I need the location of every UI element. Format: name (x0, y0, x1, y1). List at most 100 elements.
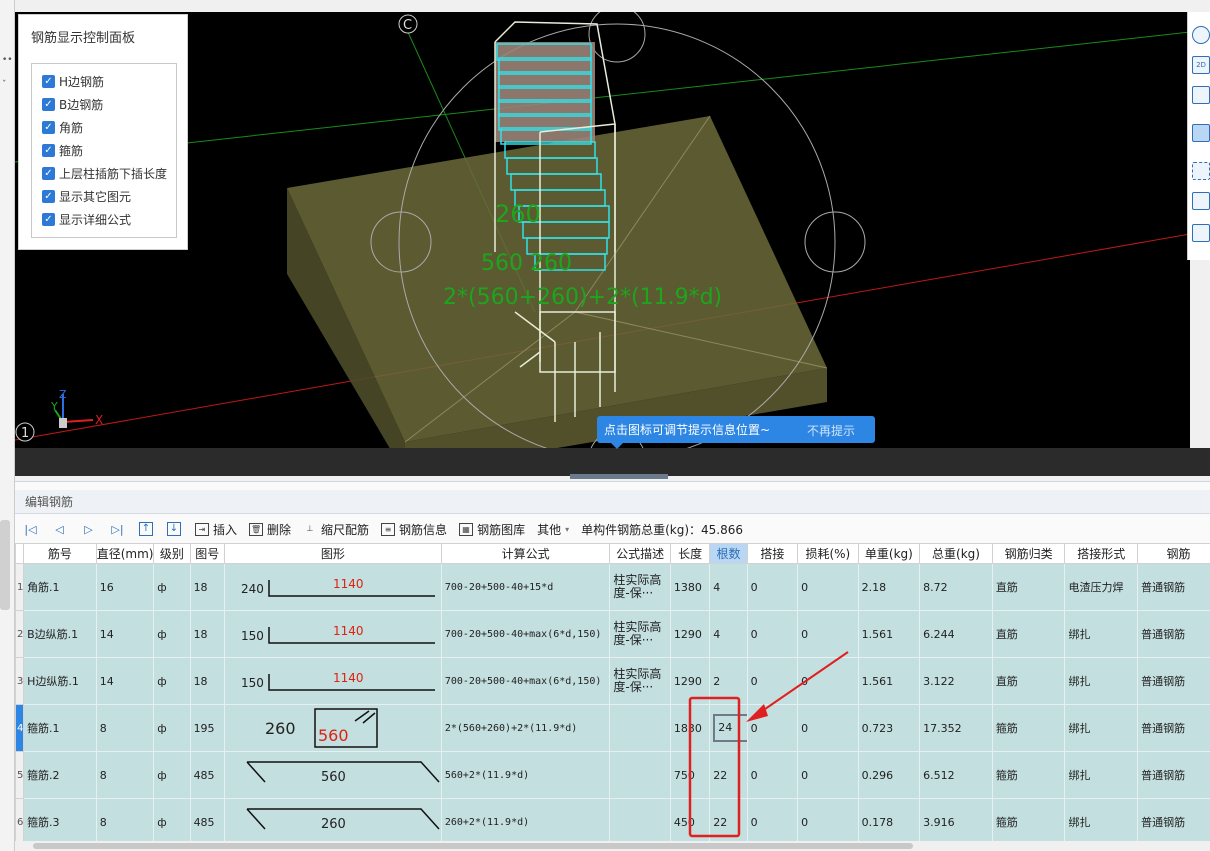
column-header[interactable]: 钢筋归类 (991, 543, 1066, 564)
column-header[interactable]: 公式描述 (609, 543, 671, 564)
cell-bar-name[interactable]: B边纵筋.1 (23, 610, 97, 658)
2d-view-icon[interactable]: 2D (1192, 56, 1210, 74)
cell-grade[interactable]: ф (153, 657, 191, 705)
column-header[interactable]: 损耗(%) (797, 543, 859, 564)
cell-lap[interactable]: 0 (746, 704, 799, 752)
cell-count-editing[interactable]: 24 (709, 704, 748, 752)
cell-loss[interactable]: 0 (797, 751, 859, 799)
cell-category[interactable]: 直筋 (991, 610, 1066, 658)
cell-total-weight[interactable]: 3.916 (919, 798, 993, 843)
column-header[interactable]: 单重(kg) (857, 543, 921, 564)
cell-loss[interactable]: 0 (797, 657, 859, 705)
cell-unit-weight[interactable]: 1.561 (857, 610, 921, 658)
cell-shape[interactable]: 560 (223, 751, 442, 799)
cell-total-weight[interactable]: 8.72 (919, 563, 993, 611)
cube-display-icon[interactable] (1192, 192, 1210, 210)
first-record-icon[interactable]: |◁ (23, 522, 38, 537)
cell-bar-kind[interactable]: 普通钢筋 (1137, 657, 1210, 705)
row-number[interactable]: 1 (15, 563, 25, 611)
checkbox-checked-icon[interactable]: ✓ (42, 212, 55, 226)
cell-category[interactable]: 直筋 (991, 657, 1066, 705)
column-header[interactable]: 钢筋 (1137, 543, 1210, 564)
table-row[interactable]: 5 箍筋.2 8 ф 485 560 560+2*(11.9*d) 750 22… (15, 751, 1210, 799)
cell-bar-kind[interactable]: 普通钢筋 (1137, 798, 1210, 843)
cell-formula[interactable]: 700-20+500-40+max(6*d,150) (440, 610, 611, 658)
cell-loss[interactable]: 0 (797, 704, 859, 752)
cell-formula[interactable]: 560+2*(11.9*d) (440, 751, 611, 799)
cell-lap-type[interactable]: 绑扎 (1064, 704, 1139, 752)
column-header-active[interactable]: 根数 (709, 543, 748, 564)
option-show-detailed-formula[interactable]: ✓ 显示详细公式 (42, 210, 131, 228)
table-row[interactable]: 6 箍筋.3 8 ф 485 260 260+2*(11.9*d) 450 22… (15, 798, 1210, 843)
rotation-handle-top[interactable] (588, 12, 646, 63)
other-menu-button[interactable]: 其他 ▾ (537, 521, 569, 538)
cell-bar-name[interactable]: 箍筋.1 (23, 704, 97, 752)
cell-lap[interactable]: 0 (746, 798, 799, 843)
3d-box-view-icon[interactable] (1192, 86, 1210, 104)
cell-total-weight[interactable]: 3.122 (919, 657, 993, 705)
cell-lap-type[interactable]: 绑扎 (1064, 751, 1139, 799)
scrollbar-thumb[interactable] (33, 843, 913, 849)
vertical-scrollbar[interactable] (0, 520, 10, 610)
cell-bar-name[interactable]: 角筋.1 (23, 563, 97, 611)
cell-diameter[interactable]: 8 (95, 704, 155, 752)
cell-category[interactable]: 直筋 (991, 563, 1066, 611)
cell-unit-weight[interactable]: 1.561 (857, 657, 921, 705)
option-h-side-rebar[interactable]: ✓ H边钢筋 (42, 72, 104, 90)
cell-grade[interactable]: ф (153, 563, 191, 611)
row-number[interactable]: 5 (15, 751, 25, 799)
column-header[interactable]: 筋号 (23, 543, 97, 564)
checkbox-checked-icon[interactable]: ✓ (42, 120, 55, 134)
column-header[interactable]: 图号 (189, 543, 225, 564)
cell-formula-desc[interactable] (609, 751, 671, 799)
option-corner-rebar[interactable]: ✓ 角筋 (42, 118, 83, 136)
option-show-other-elements[interactable]: ✓ 显示其它图元 (42, 187, 131, 205)
cell-unit-weight[interactable]: 0.723 (857, 704, 921, 752)
table-row[interactable]: 1 角筋.1 16 ф 18 240 1140 700-20+500-40+15… (15, 563, 1210, 611)
cell-grade[interactable]: ф (153, 751, 191, 799)
cell-diameter[interactable]: 16 (95, 563, 155, 611)
column-header[interactable]: 长度 (669, 543, 711, 564)
cell-count[interactable]: 4 (709, 610, 748, 658)
cell-figure-no[interactable]: 485 (189, 751, 225, 799)
cell-formula-desc[interactable]: 柱实际高度-保··· (609, 657, 671, 705)
cell-lap[interactable]: 0 (746, 657, 799, 705)
column-header[interactable]: 级别 (153, 543, 191, 564)
cell-total-weight[interactable]: 6.244 (919, 610, 993, 658)
move-up-icon[interactable]: ↑ (139, 522, 153, 536)
cell-lap[interactable]: 0 (746, 610, 799, 658)
cell-grade[interactable]: ф (153, 610, 191, 658)
cell-bar-kind[interactable]: 普通钢筋 (1137, 563, 1210, 611)
cell-shape[interactable]: 260 560 (223, 704, 442, 752)
cell-unit-weight[interactable]: 2.18 (857, 563, 921, 611)
column-header[interactable]: 图形 (223, 543, 442, 564)
column-header[interactable]: 总重(kg) (919, 543, 993, 564)
cell-grade[interactable]: ф (153, 798, 191, 843)
table-row[interactable]: 2 B边纵筋.1 14 ф 18 150 1140 700-20+500-40+… (15, 610, 1210, 658)
cell-count[interactable]: 2 (709, 657, 748, 705)
checkbox-checked-icon[interactable]: ✓ (42, 74, 55, 88)
cell-unit-weight[interactable]: 0.296 (857, 751, 921, 799)
cell-length[interactable]: 1290 (669, 610, 711, 658)
cell-figure-no[interactable]: 195 (189, 704, 225, 752)
cell-figure-no[interactable]: 18 (189, 563, 225, 611)
last-record-icon[interactable]: ▷| (110, 522, 125, 537)
delete-button[interactable]: 🗑 删除 (249, 521, 291, 538)
cell-diameter[interactable]: 8 (95, 798, 155, 843)
orbit-view-icon[interactable] (1192, 26, 1210, 44)
solid-view-icon[interactable] (1192, 124, 1210, 142)
cell-figure-no[interactable]: 18 (189, 657, 225, 705)
cell-formula[interactable]: 260+2*(11.9*d) (440, 798, 611, 843)
properties-list-icon[interactable] (1192, 224, 1210, 242)
cell-length[interactable]: 1380 (669, 563, 711, 611)
cell-count[interactable]: 4 (709, 563, 748, 611)
cell-category[interactable]: 箍筋 (991, 751, 1066, 799)
cell-formula-desc[interactable] (609, 704, 671, 752)
option-b-side-rebar[interactable]: ✓ B边钢筋 (42, 95, 103, 113)
cell-category[interactable]: 箍筋 (991, 798, 1066, 843)
cell-shape[interactable]: 240 1140 (223, 563, 442, 611)
cell-bar-name[interactable]: 箍筋.2 (23, 751, 97, 799)
count-edit-input[interactable]: 24 (713, 714, 747, 742)
move-down-icon[interactable]: ↓ (167, 522, 181, 536)
checkbox-checked-icon[interactable]: ✓ (42, 189, 55, 203)
